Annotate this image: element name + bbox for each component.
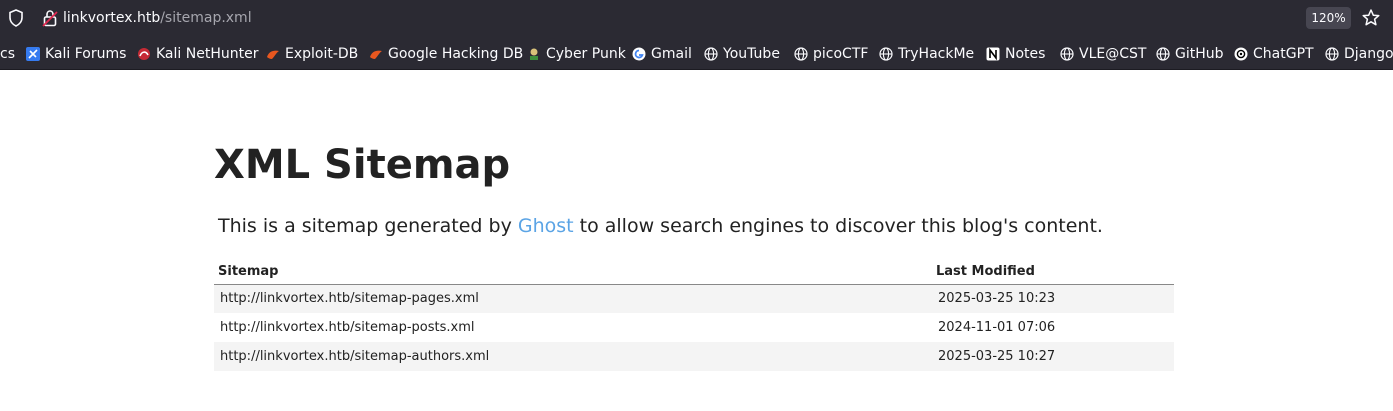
table-row: http://linkvortex.htb/sitemap-posts.xml … — [214, 313, 1174, 342]
bookmark-label: Django — [1344, 46, 1393, 62]
bookmark-label: Cyber Punk — [546, 46, 626, 62]
header-last-modified: Last Modified — [932, 260, 1174, 285]
globe-icon — [794, 47, 808, 61]
last-modified: 2024-11-01 07:06 — [938, 320, 1056, 335]
globe-icon — [1325, 47, 1339, 61]
bookmark-label: TryHackMe — [898, 46, 975, 62]
bookmark-chatgpt[interactable]: ChatGPT — [1234, 45, 1314, 63]
bookmark-star-icon[interactable] — [1361, 8, 1381, 32]
bookmark-label: GitHub — [1175, 46, 1224, 62]
insecure-lock-icon[interactable] — [42, 9, 58, 27]
bookmark-cs[interactable]: cs — [0, 45, 15, 63]
bookmark-notes[interactable]: Notes — [986, 45, 1045, 63]
chatgpt-icon — [1234, 47, 1248, 61]
bookmark-picoctf[interactable]: picoCTF — [794, 45, 868, 63]
sitemap-link[interactable]: http://linkvortex.htb/sitemap-posts.xml — [214, 313, 932, 342]
cyberpunk-icon — [530, 48, 538, 60]
bookmark-label: Kali Forums — [45, 46, 127, 62]
bookmark-vle-cst[interactable]: VLE@CST — [1060, 45, 1146, 63]
zoom-indicator[interactable]: 120% — [1306, 7, 1351, 29]
bookmark-kali-forums[interactable]: Kali Forums — [26, 45, 126, 63]
globe-icon — [879, 47, 893, 61]
ghost-link[interactable]: Ghost — [518, 215, 574, 237]
header-sitemap: Sitemap — [214, 260, 932, 285]
exploitdb-icon — [267, 50, 279, 59]
bookmark-label: Exploit-DB — [285, 46, 359, 62]
bookmark-label: ChatGPT — [1253, 46, 1314, 62]
ghdb-icon — [370, 50, 382, 59]
bookmark-youtube[interactable]: YouTube — [704, 45, 780, 63]
url-bar[interactable]: linkvortex.htb/sitemap.xml 120% — [0, 0, 1393, 37]
bookmark-label: YouTube — [723, 46, 780, 62]
intro-text: This is a sitemap generated by Ghost to … — [218, 213, 1103, 239]
bookmark-label: Kali NetHunter — [156, 46, 259, 62]
bookmark-exploit-db[interactable]: Exploit-DB — [266, 45, 358, 63]
globe-icon — [704, 47, 718, 61]
intro-after: to allow search engines to discover this… — [573, 215, 1103, 237]
sitemap-link[interactable]: http://linkvortex.htb/sitemap-authors.xm… — [214, 342, 932, 371]
last-modified: 2025-03-25 10:27 — [932, 342, 1174, 371]
last-modified: 2025-03-25 10:23 — [932, 284, 1174, 313]
bookmark-label: Google Hacking DB — [388, 46, 524, 62]
sitemap-link[interactable]: http://linkvortex.htb/sitemap-pages.xml — [214, 284, 932, 313]
bookmark-tryhackme[interactable]: TryHackMe — [879, 45, 974, 63]
table-header-row: Sitemap Last Modified — [214, 260, 1174, 285]
sitemap-table: Sitemap Last Modified http://linkvortex.… — [214, 260, 1174, 371]
bookmark-cyber-punk[interactable]: Cyber Punk — [527, 45, 626, 63]
page-title: XML Sitemap — [214, 142, 511, 188]
bookmark-label: picoCTF — [813, 46, 869, 62]
globe-icon — [1060, 47, 1074, 61]
google-icon — [632, 47, 646, 61]
url-text[interactable]: linkvortex.htb/sitemap.xml — [63, 9, 252, 27]
bookmark-google-hacking-db[interactable]: Google Hacking DB — [369, 45, 523, 63]
bookmark-label: cs — [0, 46, 15, 62]
intro-before: This is a sitemap generated by — [218, 215, 518, 237]
bookmark-label: VLE@CST — [1079, 46, 1147, 62]
bookmark-django[interactable]: Django — [1325, 45, 1393, 63]
table-row: http://linkvortex.htb/sitemap-authors.xm… — [214, 342, 1174, 371]
bookmark-label: Gmail — [651, 46, 692, 62]
nethunter-icon — [138, 48, 150, 60]
kali-forums-icon — [26, 47, 40, 61]
bookmark-github[interactable]: GitHub — [1156, 45, 1224, 63]
shield-icon[interactable] — [8, 9, 24, 27]
globe-icon — [1156, 47, 1170, 61]
notion-icon — [986, 47, 1000, 61]
bookmark-gmail[interactable]: Gmail — [632, 45, 692, 63]
bookmark-label: Notes — [1005, 46, 1046, 62]
table-row: http://linkvortex.htb/sitemap-pages.xml … — [214, 284, 1174, 313]
bookmark-kali-nethunter[interactable]: Kali NetHunter — [137, 45, 258, 63]
bookmarks-bar: cs Kali Forums Kali NetHunter Exploit-DB… — [0, 37, 1393, 70]
url-path: /sitemap.xml — [160, 10, 252, 26]
url-host: linkvortex.htb — [63, 10, 161, 26]
